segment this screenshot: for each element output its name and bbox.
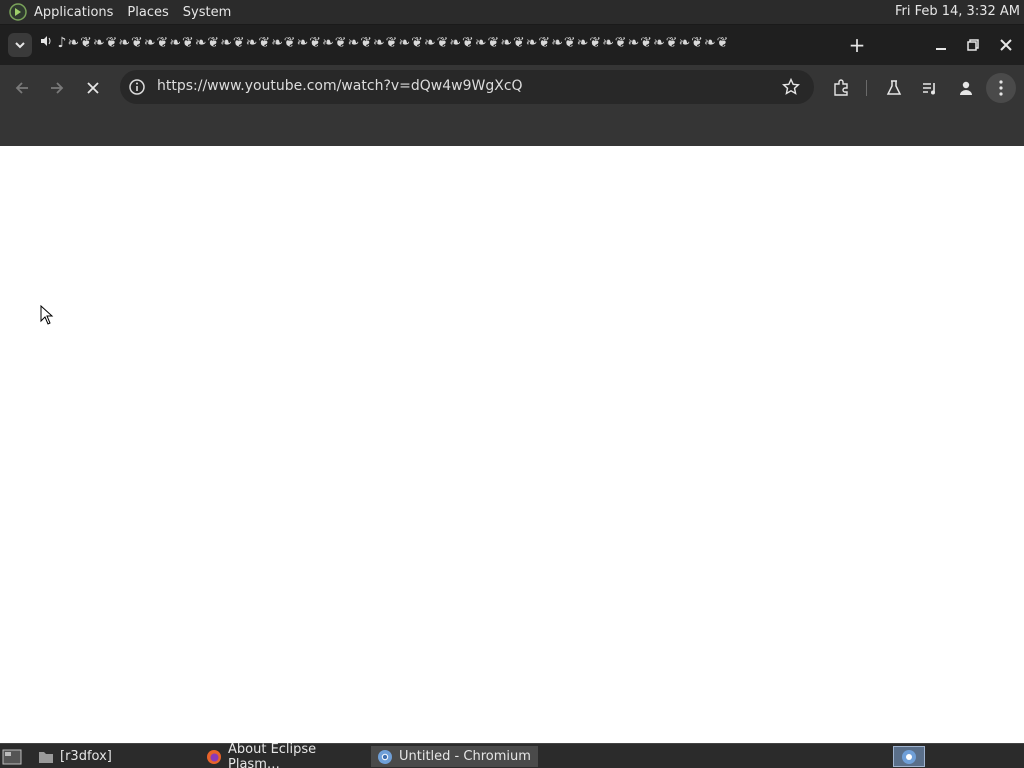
- media-controls-button[interactable]: [917, 75, 943, 101]
- stop-icon: [87, 82, 99, 94]
- folder-icon: [38, 749, 54, 765]
- tab-search-button[interactable]: [8, 33, 32, 57]
- back-arrow-icon: [15, 82, 28, 94]
- taskbar-item-label: About Eclipse Plasm…: [228, 741, 317, 768]
- close-button[interactable]: [995, 34, 1017, 56]
- bookmark-star-icon[interactable]: [781, 77, 801, 96]
- address-bar[interactable]: https://www.youtube.com/watch?v=dQw4w9Wg…: [120, 70, 814, 104]
- desktop-taskbar: [r3dfox] About Eclipse Plasm… Untitled -…: [0, 742, 1024, 768]
- browser-tab-strip: ♪❧❦❧❦❧❦❧❦❧❦❧❦❧❦❧❦❧❦❧❦❧❦❧❦❧❦❧❦❧❦❧❦❧❦❧❦❧❦❧…: [0, 25, 1024, 65]
- places-menu[interactable]: Places: [127, 5, 168, 20]
- tab-title-text: ♪❧❦❧❦❧❦❧❦❧❦❧❦❧❦❧❦❧❦❧❦❧❦❧❦❧❦❧❦❧❦❧❦❧❦❧❦❧❦❧…: [57, 35, 730, 51]
- toolbar-divider: [866, 80, 867, 96]
- restore-button[interactable]: [962, 34, 984, 56]
- url-text[interactable]: https://www.youtube.com/watch?v=dQw4w9Wg…: [157, 78, 523, 94]
- desktop-icon: [2, 749, 22, 764]
- chromium-icon: [377, 749, 393, 765]
- system-menu[interactable]: System: [183, 5, 231, 20]
- restore-icon: [967, 39, 979, 51]
- taskbar-item-firefox[interactable]: About Eclipse Plasm…: [200, 742, 370, 768]
- taskbar-item-r3dfox[interactable]: [r3dfox]: [32, 746, 200, 767]
- puzzle-icon: [834, 79, 848, 96]
- show-desktop-button[interactable]: [0, 746, 30, 767]
- new-tab-button[interactable]: +: [846, 34, 868, 56]
- profile-button[interactable]: [953, 75, 979, 101]
- forward-button[interactable]: [44, 75, 70, 101]
- minimize-icon: [936, 48, 946, 50]
- taskbar-item-chromium[interactable]: Untitled - Chromium: [371, 746, 538, 767]
- mouse-cursor-icon: [40, 305, 54, 325]
- media-queue-icon: [923, 83, 935, 95]
- chevron-down-icon: [15, 42, 25, 49]
- labs-button[interactable]: [881, 75, 907, 101]
- audio-playing-icon[interactable]: [40, 35, 52, 51]
- browser-menu-button[interactable]: [986, 73, 1016, 103]
- distro-logo-icon[interactable]: [8, 2, 28, 22]
- stop-loading-button[interactable]: [80, 75, 106, 101]
- back-button[interactable]: [9, 75, 35, 101]
- browser-toolbar: https://www.youtube.com/watch?v=dQw4w9Wg…: [0, 65, 1024, 110]
- chromium-icon: [902, 749, 916, 764]
- taskbar-item-label: Untitled - Chromium: [399, 749, 531, 764]
- kebab-menu-icon: [999, 80, 1003, 96]
- workspace-switcher[interactable]: [893, 746, 925, 767]
- desktop-top-panel: Applications Places System Fri Feb 14, 3…: [0, 0, 1024, 25]
- tab-title[interactable]: ♪❧❦❧❦❧❦❧❦❧❦❧❦❧❦❧❦❧❦❧❦❧❦❧❦❧❦❧❦❧❦❧❦❧❦❧❦❧❦❧…: [40, 35, 820, 55]
- applications-menu[interactable]: Applications: [34, 5, 113, 20]
- site-info-icon[interactable]: [128, 78, 146, 96]
- extensions-button[interactable]: [828, 75, 854, 101]
- forward-arrow-icon: [51, 82, 64, 94]
- minimize-button[interactable]: [930, 34, 952, 56]
- person-icon: [960, 81, 972, 95]
- firefox-icon: [206, 749, 222, 765]
- close-icon: [1000, 39, 1012, 51]
- panel-clock[interactable]: Fri Feb 14, 3:32 AM: [895, 4, 1020, 19]
- flask-icon: [886, 80, 902, 95]
- web-page-content[interactable]: [0, 146, 1024, 743]
- taskbar-item-label: [r3dfox]: [60, 749, 112, 764]
- bookmark-bar: [0, 110, 1024, 146]
